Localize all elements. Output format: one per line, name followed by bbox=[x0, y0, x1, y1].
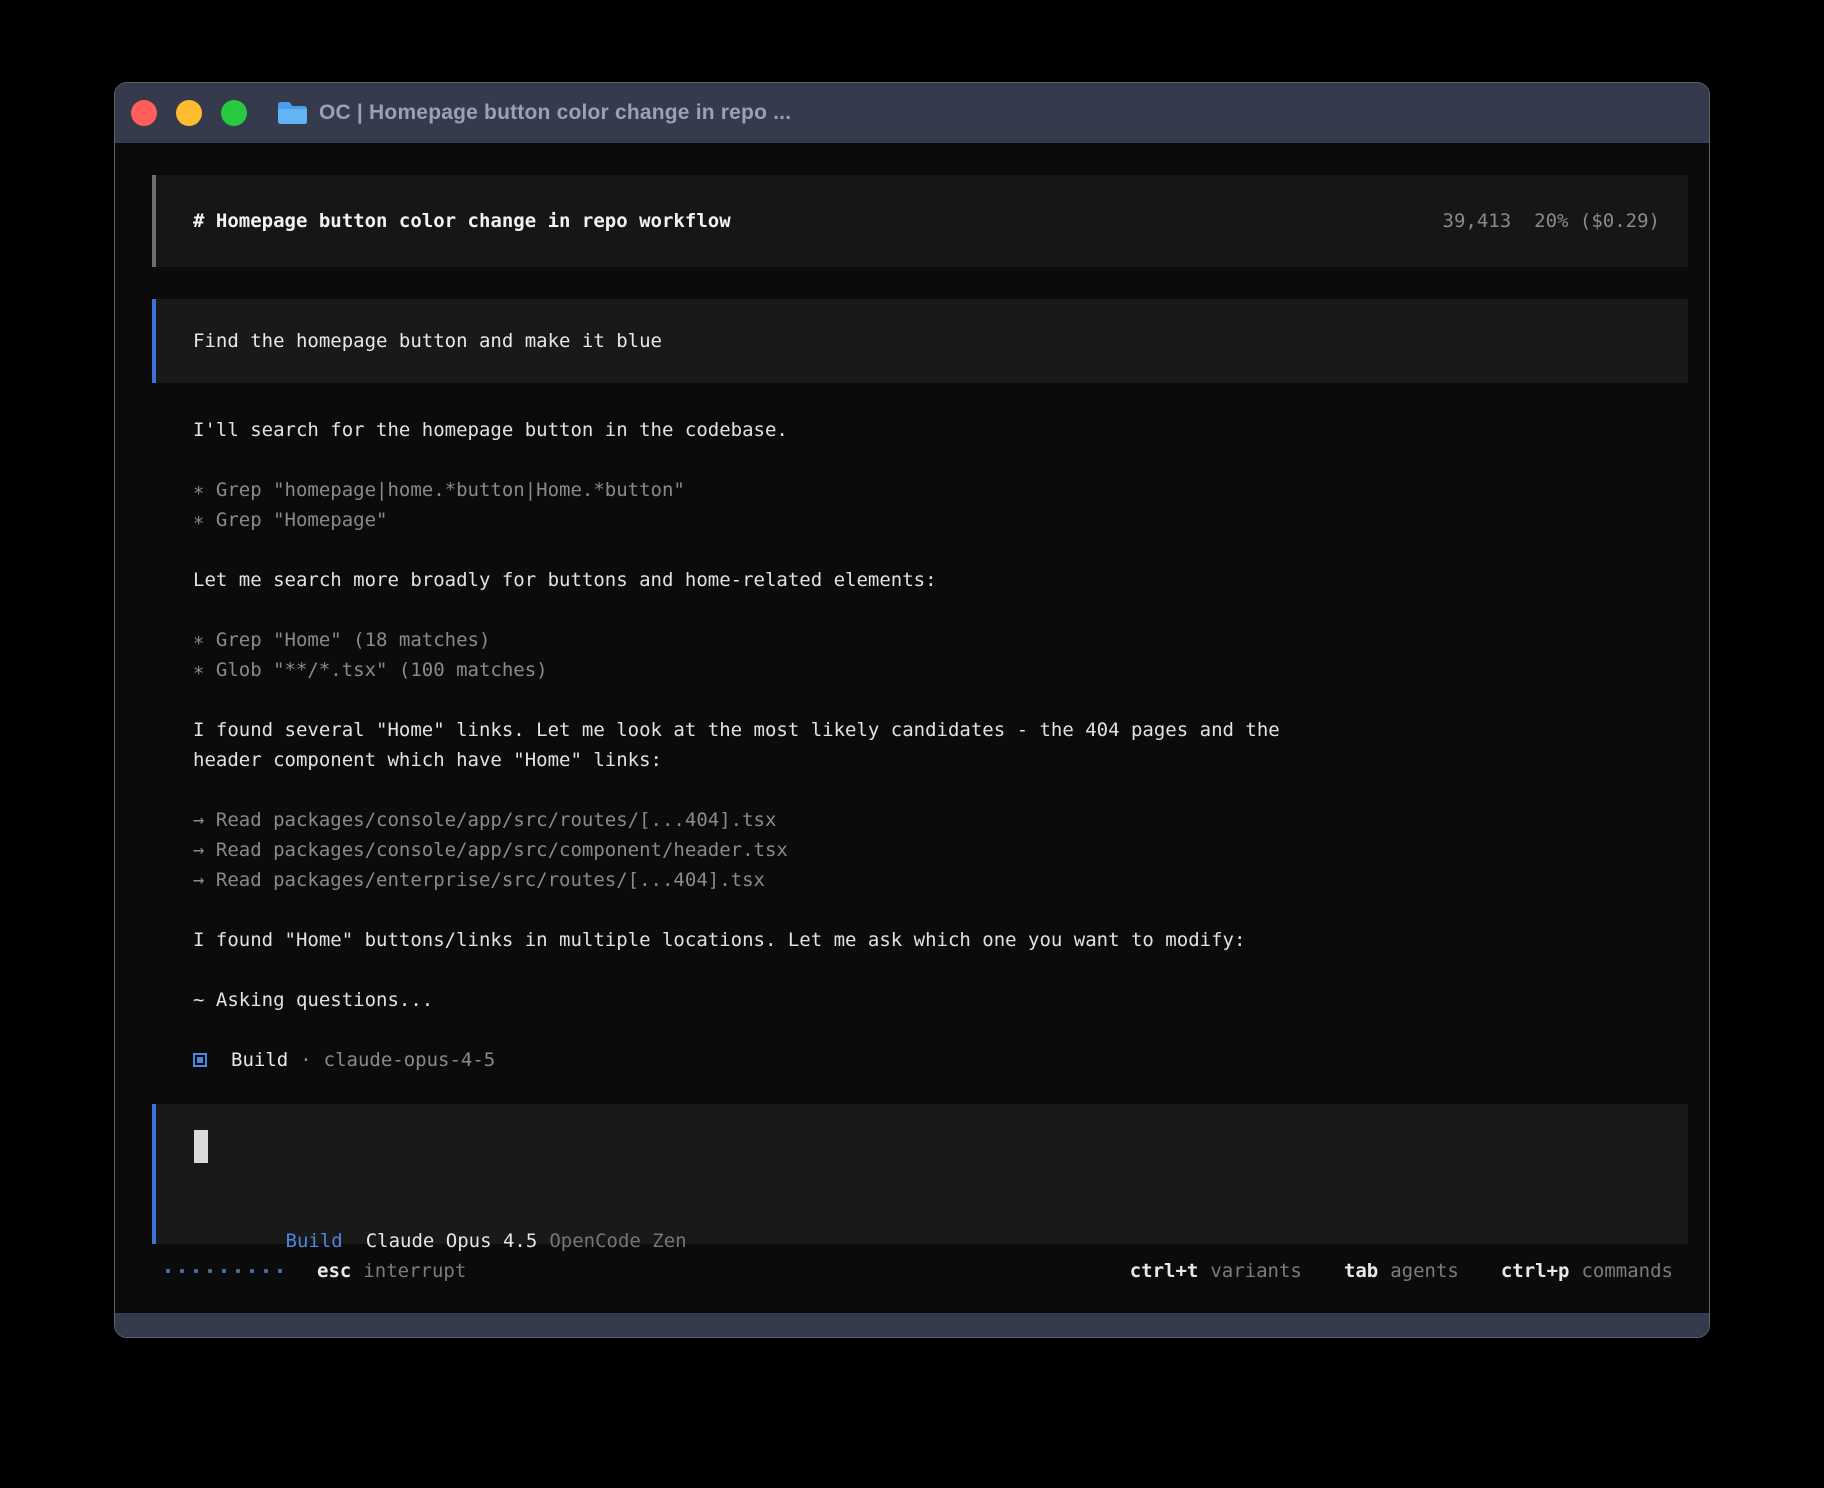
zoom-button[interactable] bbox=[221, 100, 247, 126]
session-title: # Homepage button color change in repo w… bbox=[193, 210, 731, 232]
shortcut-key-tab: tab bbox=[1344, 1260, 1378, 1282]
assistant-text: header component which have "Home" links… bbox=[193, 745, 1688, 775]
tool-call-read: → Read packages/console/app/src/routes/[… bbox=[193, 805, 1688, 835]
spinner-dot bbox=[236, 1269, 240, 1273]
shortcut-label-interrupt: interrupt bbox=[363, 1260, 466, 1282]
agent-name: Build bbox=[231, 1045, 288, 1075]
spinner-dots bbox=[166, 1269, 282, 1273]
assistant-status-text: ~ Asking questions... bbox=[193, 985, 1688, 1015]
input-model-label: Claude Opus 4.5 bbox=[366, 1230, 538, 1252]
spinner-dot bbox=[250, 1269, 254, 1273]
text-cursor bbox=[194, 1130, 208, 1163]
status-bar: esc interrupt ctrl+t variants tab agents… bbox=[152, 1256, 1688, 1286]
assistant-text: I found several "Home" links. Let me loo… bbox=[193, 715, 1688, 745]
assistant-text: I found "Home" buttons/links in multiple… bbox=[193, 925, 1688, 955]
traffic-lights bbox=[115, 100, 247, 126]
spinner-dot bbox=[264, 1269, 268, 1273]
spinner-dot bbox=[222, 1269, 226, 1273]
window-title: OC | Homepage button color change in rep… bbox=[319, 101, 791, 125]
spinner-dot bbox=[194, 1269, 198, 1273]
shortcut-label-commands: commands bbox=[1581, 1260, 1673, 1282]
context-usage: 20% ($0.29) bbox=[1534, 210, 1660, 232]
tool-call-grep: ∗ Grep "Home" (18 matches) bbox=[193, 625, 1688, 655]
session-header: # Homepage button color change in repo w… bbox=[152, 175, 1688, 267]
close-button[interactable] bbox=[131, 100, 157, 126]
spinner-dot bbox=[208, 1269, 212, 1273]
spinner-dot bbox=[180, 1269, 184, 1273]
shortcut-label-agents: agents bbox=[1390, 1260, 1459, 1282]
shortcut-key-ctrl-p: ctrl+p bbox=[1501, 1260, 1570, 1282]
assistant-text: Let me search more broadly for buttons a… bbox=[193, 565, 1688, 595]
session-stats: 39,413 20% ($0.29) bbox=[1443, 210, 1660, 232]
terminal-content: # Homepage button color change in repo w… bbox=[115, 143, 1709, 1313]
token-count: 39,413 bbox=[1443, 210, 1512, 232]
titlebar: OC | Homepage button color change in rep… bbox=[115, 83, 1709, 143]
minimize-button[interactable] bbox=[176, 100, 202, 126]
tool-call-read: → Read packages/console/app/src/componen… bbox=[193, 835, 1688, 865]
agent-separator: · bbox=[300, 1045, 311, 1075]
tool-call-grep: ∗ Grep "homepage|home.*button|Home.*butt… bbox=[193, 475, 1688, 505]
shortcut-key-esc: esc bbox=[317, 1260, 351, 1282]
user-message-text: Find the homepage button and make it blu… bbox=[193, 330, 662, 352]
window-footer bbox=[115, 1313, 1709, 1337]
shortcut-commands: ctrl+p commands bbox=[1501, 1260, 1673, 1282]
user-message: Find the homepage button and make it blu… bbox=[152, 299, 1688, 383]
chat-log: I'll search for the homepage button in t… bbox=[152, 415, 1688, 1075]
shortcut-agents: tab agents bbox=[1344, 1260, 1459, 1282]
tool-call-read: → Read packages/enterprise/src/routes/[.… bbox=[193, 865, 1688, 895]
shortcut-key-ctrl-t: ctrl+t bbox=[1130, 1260, 1199, 1282]
tool-call-glob: ∗ Glob "**/*.tsx" (100 matches) bbox=[193, 655, 1688, 685]
spinner-dot bbox=[278, 1269, 282, 1273]
prompt-input[interactable]: BuildClaude Opus 4.5OpenCode Zen bbox=[152, 1104, 1688, 1244]
shortcut-variants: ctrl+t variants bbox=[1130, 1260, 1302, 1282]
assistant-text: I'll search for the homepage button in t… bbox=[193, 415, 1688, 445]
folder-icon bbox=[277, 100, 308, 126]
input-provider-label: OpenCode Zen bbox=[549, 1230, 686, 1252]
input-meta: BuildClaude Opus 4.5OpenCode Zen bbox=[194, 1196, 1660, 1226]
agent-model: claude-opus-4-5 bbox=[324, 1045, 496, 1075]
agent-status-row: Build · claude-opus-4-5 bbox=[193, 1045, 1688, 1075]
shortcut-label-variants: variants bbox=[1210, 1260, 1302, 1282]
terminal-window: OC | Homepage button color change in rep… bbox=[114, 82, 1710, 1338]
input-agent-label[interactable]: Build bbox=[286, 1230, 343, 1252]
tool-call-grep: ∗ Grep "Homepage" bbox=[193, 505, 1688, 535]
build-agent-icon bbox=[193, 1053, 207, 1067]
spinner-dot bbox=[166, 1269, 170, 1273]
